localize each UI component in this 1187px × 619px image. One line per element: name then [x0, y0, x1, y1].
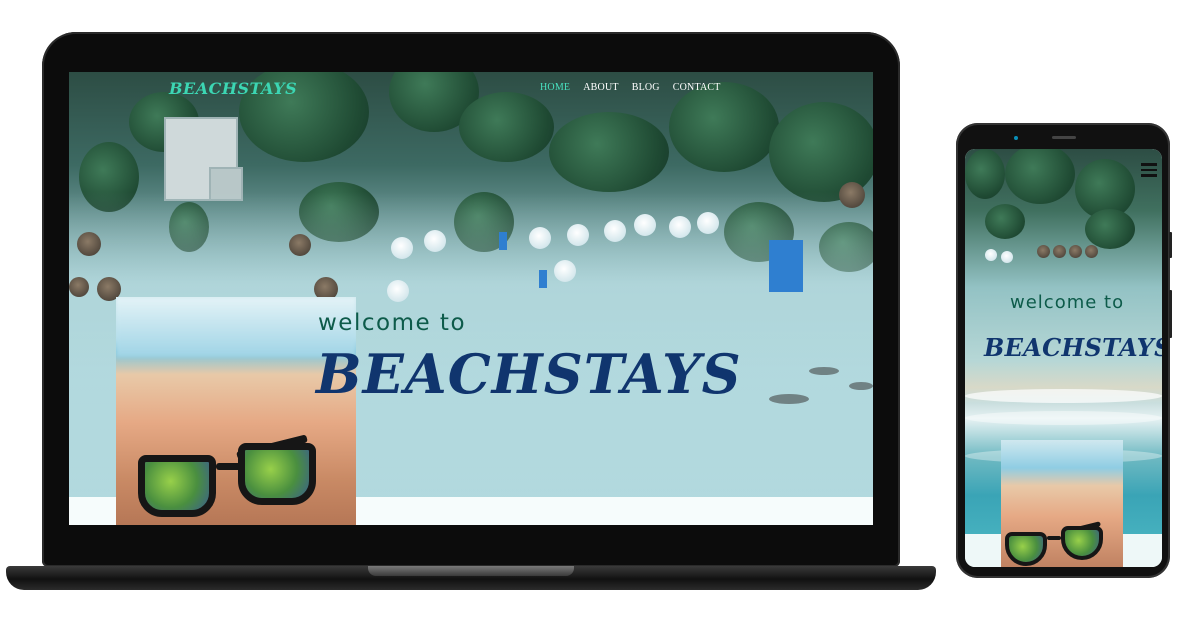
- umbrella: [387, 280, 409, 302]
- umbrella: [424, 230, 446, 252]
- umbrella: [669, 216, 691, 238]
- umbrella: [69, 277, 89, 297]
- nav-home[interactable]: HOME: [540, 82, 570, 93]
- phone-side-button: [1169, 232, 1172, 258]
- palm-tree: [549, 112, 669, 192]
- laptop-screen: BEACHSTAYS HOME ABOUT BLOG CONTACT welco…: [69, 72, 873, 525]
- umbrella: [985, 249, 997, 261]
- palm-tree: [1005, 149, 1075, 204]
- site-logo[interactable]: BEACHSTAYS: [169, 79, 297, 98]
- hamburger-line: [1141, 168, 1157, 171]
- umbrella: [567, 224, 589, 246]
- umbrella: [839, 182, 865, 208]
- phone-side-button: [1169, 290, 1172, 338]
- wave: [965, 389, 1162, 403]
- seaweed: [809, 367, 839, 375]
- seaweed: [849, 382, 873, 390]
- umbrella: [697, 212, 719, 234]
- palm-tree: [985, 204, 1025, 239]
- palm-tree: [669, 82, 779, 172]
- umbrella: [1085, 245, 1098, 258]
- hamburger-line: [1141, 163, 1157, 166]
- umbrella: [529, 227, 551, 249]
- sunglasses-lens: [138, 455, 216, 517]
- blue-cabana: [769, 240, 803, 292]
- sunglasses-lens: [1061, 526, 1103, 560]
- mobile-hero-welcome-text: welcome to: [1010, 292, 1125, 313]
- mobile-sunglasses-photo: [1001, 440, 1123, 567]
- umbrella: [1053, 245, 1066, 258]
- wave: [965, 411, 1162, 425]
- umbrella: [1037, 245, 1050, 258]
- umbrella: [77, 232, 101, 256]
- umbrella: [391, 237, 413, 259]
- blue-cabana: [499, 232, 507, 250]
- hero-welcome-text: welcome to: [318, 310, 467, 336]
- sunglasses-bridge: [1047, 536, 1061, 540]
- umbrella: [1001, 251, 1013, 263]
- blue-cabana: [539, 270, 547, 288]
- palm-tree: [965, 149, 1005, 199]
- phone-screen: welcome to BEACHSTAYS: [965, 149, 1162, 567]
- umbrella: [554, 260, 576, 282]
- nav-contact[interactable]: CONTACT: [673, 82, 721, 93]
- umbrella: [1069, 245, 1082, 258]
- hero-title: BEACHSTAYS: [316, 342, 742, 406]
- hamburger-menu-icon[interactable]: [1141, 163, 1157, 177]
- sunglasses-lens: [1005, 532, 1047, 566]
- umbrella: [604, 220, 626, 242]
- phone-camera: [1014, 136, 1018, 140]
- main-nav: HOME ABOUT BLOG CONTACT: [540, 82, 721, 93]
- phone-speaker: [1052, 136, 1076, 139]
- umbrella: [289, 234, 311, 256]
- mobile-hero-title: BEACHSTAYS: [984, 333, 1162, 362]
- laptop-trackpad-notch: [368, 566, 574, 576]
- palm-tree: [459, 92, 554, 162]
- nav-about[interactable]: ABOUT: [583, 82, 618, 93]
- umbrella: [634, 214, 656, 236]
- sunglasses-lens: [238, 443, 316, 505]
- nav-blog[interactable]: BLOG: [632, 82, 660, 93]
- hamburger-line: [1141, 174, 1157, 177]
- seaweed: [769, 394, 809, 404]
- palm-tree: [1085, 209, 1135, 249]
